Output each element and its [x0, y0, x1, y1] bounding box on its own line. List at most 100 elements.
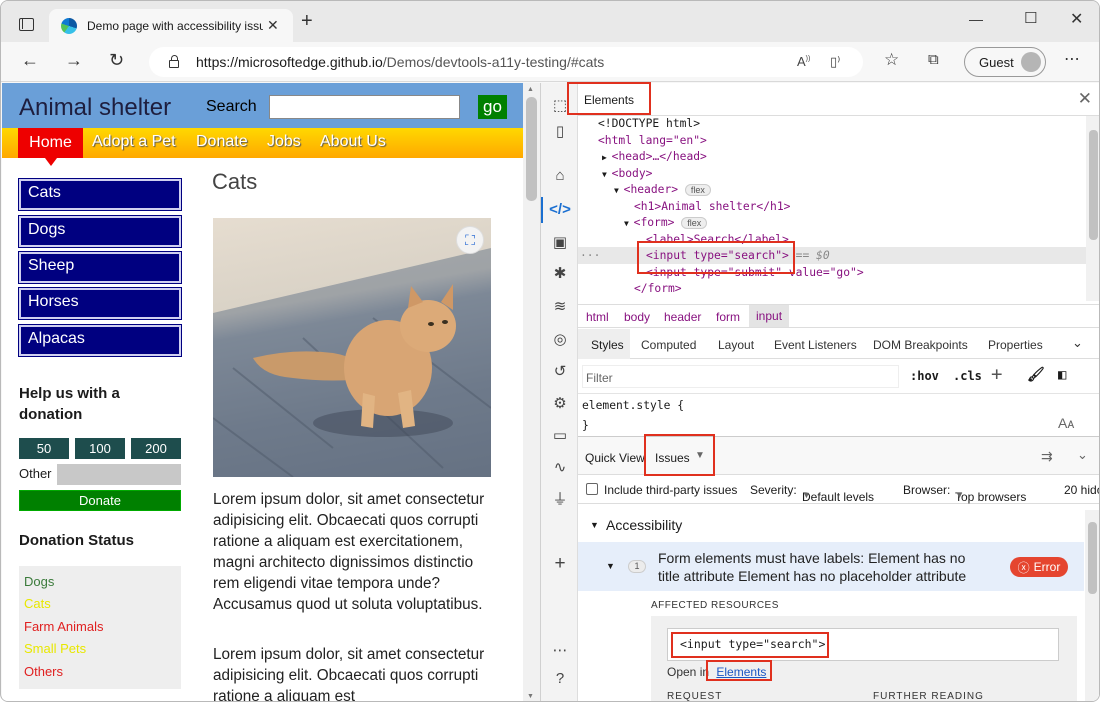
page-scrollbar[interactable]: ▲ ▼: [523, 83, 540, 701]
more-tools-add-icon[interactable]: +: [549, 553, 571, 575]
read-aloud-icon[interactable]: A)): [797, 54, 810, 69]
dom-head[interactable]: ▶ <head>…</head>: [602, 149, 707, 166]
nav-jobs[interactable]: Jobs: [267, 133, 301, 151]
nav-home[interactable]: Home: [18, 128, 83, 166]
dom-form[interactable]: ▼ <form> flex: [624, 215, 708, 232]
more-options-icon[interactable]: ⋯: [549, 640, 571, 662]
search-input[interactable]: [269, 95, 460, 119]
issues-lightbulb-icon[interactable]: ◎: [549, 329, 571, 351]
tab-event-listeners[interactable]: Event Listeners: [774, 338, 857, 352]
donation-heading: Help us with a donation: [19, 385, 120, 423]
paragraph-1: Lorem ipsum dolor, sit amet consectetur …: [213, 491, 485, 613]
browser-tab[interactable]: Demo page with accessibility issues ✕: [49, 9, 293, 42]
tab-actions-icon[interactable]: [19, 18, 34, 31]
refresh-icon[interactable]: ↻: [109, 50, 124, 70]
issue-row[interactable]: ▼ 1 Form elements must have labels: Elem…: [578, 542, 1084, 591]
content-heading: Cats: [212, 169, 258, 194]
dom-header[interactable]: ▼ <header> flex: [614, 182, 711, 199]
tab-properties[interactable]: Properties: [988, 338, 1043, 352]
issue-title: Form elements must have labels: Element …: [658, 550, 967, 584]
help-icon[interactable]: ?: [549, 668, 571, 690]
tab-close-icon[interactable]: ✕: [267, 17, 279, 34]
dom-html[interactable]: <html lang="en">: [598, 133, 707, 150]
profile-label: Guest: [979, 54, 1014, 70]
font-editor-icon[interactable]: Aᴀ: [1058, 415, 1074, 431]
nav-about[interactable]: About Us: [320, 133, 386, 151]
animal-link-dogs[interactable]: Dogs: [18, 215, 182, 248]
breadcrumb-header[interactable]: header: [664, 310, 701, 324]
pulse-icon[interactable]: ∿: [549, 457, 571, 479]
cls-toggle[interactable]: .cls: [953, 369, 982, 383]
tab-dom-breakpoints[interactable]: DOM Breakpoints: [873, 338, 968, 352]
hov-toggle[interactable]: :hov: [910, 369, 939, 383]
animal-link-horses[interactable]: Horses: [18, 287, 182, 320]
amount-200-button[interactable]: 200: [131, 438, 181, 459]
status-small-pets: Small Pets: [24, 641, 87, 657]
breadcrumb-body[interactable]: body: [624, 310, 650, 324]
amount-50-button[interactable]: 50: [19, 438, 69, 459]
minimize-icon[interactable]: —: [969, 11, 983, 27]
dock-panel-icon[interactable]: ⇉: [1041, 448, 1053, 465]
application-icon[interactable]: ▭: [549, 425, 571, 447]
forward-icon[interactable]: →: [65, 50, 83, 70]
back-icon[interactable]: ←: [21, 50, 39, 70]
tab-computed[interactable]: Computed: [641, 338, 696, 352]
donate-button[interactable]: Donate: [19, 490, 181, 511]
nav-adopt[interactable]: Adopt a Pet: [92, 133, 176, 151]
performance-icon[interactable]: ↺: [549, 361, 571, 383]
memory-chip-icon[interactable]: ⚙: [549, 393, 571, 415]
quick-view-chevron-icon[interactable]: ⌄: [1077, 447, 1088, 463]
paint-brush-icon[interactable]: 🖌: [1027, 367, 1045, 383]
dom-form-close[interactable]: </form>: [634, 281, 682, 298]
site-header: Animal shelter Search go: [2, 83, 523, 128]
tab-layout[interactable]: Layout: [718, 338, 754, 352]
other-amount-input[interactable]: [57, 464, 181, 485]
visual-search-icon[interactable]: ⛶: [456, 226, 484, 254]
dom-doctype[interactable]: <!DOCTYPE html>: [598, 116, 700, 133]
device-emulation-icon[interactable]: ▯: [549, 121, 571, 143]
amount-100-button[interactable]: 100: [75, 438, 125, 459]
collections-icon[interactable]: ⧉: [928, 50, 939, 70]
close-tool-icon[interactable]: ✕: [1078, 89, 1092, 109]
profile-button[interactable]: Guest: [964, 47, 1046, 77]
favorites-icon[interactable]: ☆: [884, 50, 899, 70]
dom-body[interactable]: ▼ <body>: [602, 166, 652, 183]
element-style-rule[interactable]: element.style { }: [582, 396, 684, 436]
new-style-rule-icon[interactable]: +: [991, 363, 1002, 385]
tab-styles[interactable]: Styles: [591, 338, 624, 352]
address-bar[interactable]: https://microsoftedge.github.io/Demos/de…: [149, 47, 863, 77]
highlight-elements-tab: [567, 82, 651, 115]
breadcrumb-html[interactable]: html: [586, 310, 609, 324]
console-icon[interactable]: ▣: [549, 232, 571, 254]
nav-donate[interactable]: Donate: [196, 133, 248, 151]
devtools-panel: ⬚ ▯ ⌂ </> ▣ ✱ ≋ ◎ ↺ ⚙ ▭ ∿ ⏚ + ⋯ ? Elemen…: [540, 82, 1099, 701]
issues-scrollbar[interactable]: [1085, 510, 1099, 701]
new-tab-icon[interactable]: +: [301, 11, 313, 31]
go-button[interactable]: go: [478, 95, 507, 119]
breadcrumb-form[interactable]: form: [716, 310, 740, 324]
more-icon[interactable]: ⋯: [1064, 50, 1080, 70]
animal-link-sheep[interactable]: Sheep: [18, 251, 182, 284]
sidebar-toggle-icon[interactable]: ◧: [1058, 367, 1066, 383]
network-wifi-icon[interactable]: ≋: [549, 296, 571, 318]
chevron-down-icon[interactable]: ⌄: [1072, 335, 1083, 351]
welcome-home-icon[interactable]: ⌂: [549, 165, 571, 187]
issue-category-accessibility[interactable]: ▼ Accessibility: [578, 510, 1084, 542]
styles-filter-input[interactable]: Filter: [582, 365, 899, 388]
lock-icon[interactable]: [169, 55, 179, 68]
maximize-icon[interactable]: ☐: [1024, 9, 1037, 27]
third-party-checkbox[interactable]: [586, 483, 598, 495]
animal-link-alpacas[interactable]: Alpacas: [18, 324, 182, 357]
dom-h1[interactable]: <h1>Animal shelter</h1>: [634, 199, 790, 216]
dom-scrollbar[interactable]: [1086, 116, 1099, 301]
close-icon[interactable]: ✕: [1070, 9, 1083, 29]
elements-tool-icon[interactable]: </>: [549, 199, 571, 221]
animal-link-cats[interactable]: Cats: [18, 178, 182, 211]
immersive-reader-icon[interactable]: ▯⁾: [830, 54, 840, 70]
sources-bug-icon[interactable]: ✱: [549, 263, 571, 285]
dom-row-ellipsis[interactable]: ···: [580, 248, 600, 265]
breadcrumb-input[interactable]: input: [749, 305, 790, 327]
plug-icon[interactable]: ⏚: [549, 489, 571, 511]
url-text[interactable]: https://microsoftedge.github.io/Demos/de…: [196, 54, 604, 70]
further-reading-heading: FURTHER READING: [873, 691, 984, 702]
